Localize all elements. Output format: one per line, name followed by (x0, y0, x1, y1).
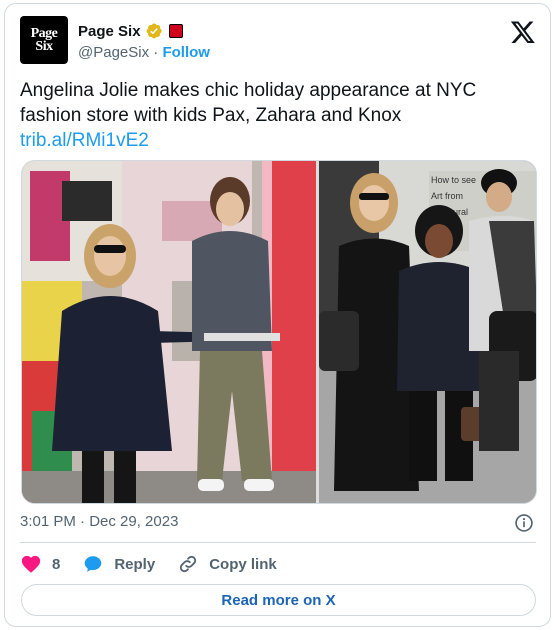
tweet-link[interactable]: trib.al/RMi1vE2 (20, 128, 536, 153)
reply-button[interactable]: Reply (82, 553, 155, 575)
like-count: 8 (52, 555, 61, 573)
divider (20, 542, 536, 543)
tweet-timestamp[interactable]: 3:01 PM · Dec 29, 2023 (20, 513, 178, 530)
photo-left-image (22, 161, 316, 503)
info-icon[interactable] (514, 513, 534, 533)
sign-text-2: Art from (431, 191, 463, 201)
avatar-text-bottom: Six (35, 39, 53, 54)
tweet-header: Page Six Page Six @PageSix · Follow (20, 16, 536, 66)
x-logo-icon[interactable] (510, 19, 536, 45)
handle[interactable]: @PageSix (78, 44, 149, 61)
sign-text-1: How to see (431, 175, 476, 185)
read-more-button[interactable]: Read more on X (21, 584, 536, 616)
action-bar: 8 Reply Copy link (20, 552, 299, 576)
tweet-text-block: Angelina Jolie makes chic holiday appear… (20, 78, 536, 153)
photo-left[interactable] (22, 161, 316, 503)
follow-button[interactable]: Follow (162, 44, 210, 61)
handle-row: @PageSix · Follow (78, 44, 210, 61)
media-grid[interactable]: How to see Art from PB mural (21, 160, 537, 504)
copy-link-label: Copy link (209, 555, 277, 573)
name-row: Page Six (78, 22, 183, 40)
avatar[interactable]: Page Six (20, 16, 68, 64)
tweet-body: Angelina Jolie makes chic holiday appear… (20, 80, 477, 126)
photo-right-image: How to see Art from PB mural (319, 161, 536, 503)
link-icon (180, 555, 197, 573)
like-button[interactable]: 8 (20, 553, 60, 575)
tweet-card: Page Six Page Six @PageSix · Follow Ange… (4, 3, 551, 627)
copy-link-button[interactable]: Copy link (177, 553, 277, 575)
affiliate-logo-icon[interactable] (168, 24, 183, 38)
verified-badge-icon (146, 23, 162, 39)
photo-right[interactable]: How to see Art from PB mural (319, 161, 536, 503)
heart-icon (21, 555, 41, 573)
display-name[interactable]: Page Six (78, 23, 141, 40)
reply-bubble-icon (85, 556, 102, 572)
separator-dot: · (153, 44, 159, 61)
reply-label: Reply (114, 555, 156, 573)
